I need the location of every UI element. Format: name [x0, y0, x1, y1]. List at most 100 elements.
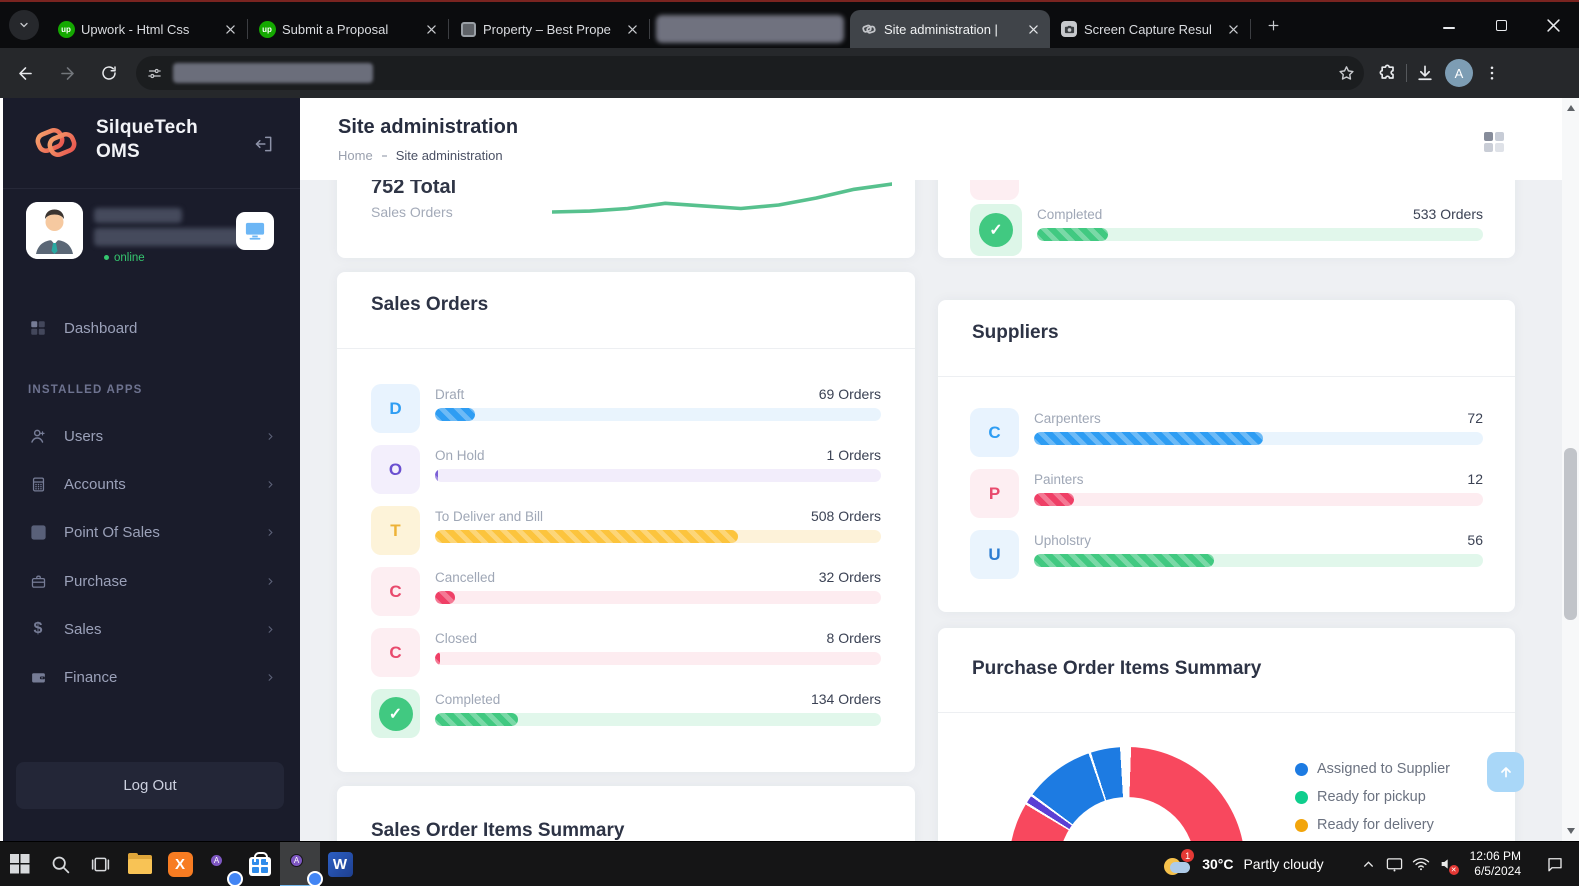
- sidebar-collapse-button[interactable]: [250, 130, 278, 158]
- tab-close-icon[interactable]: [1224, 20, 1242, 38]
- tab-site-administration[interactable]: Site administration |: [850, 10, 1050, 48]
- card-divider: [938, 712, 1515, 713]
- chevron-right-icon: [265, 527, 276, 538]
- browser-profile-avatar[interactable]: A: [1445, 59, 1473, 87]
- sidebar-item-label: Accounts: [64, 476, 126, 493]
- tab-screen-capture[interactable]: Screen Capture Resul: [1050, 10, 1250, 48]
- taskbar-clock[interactable]: 12:06 PM 6/5/2024: [1470, 849, 1521, 879]
- browser-toolbar: A: [0, 48, 1579, 98]
- kebab-menu-icon[interactable]: [1483, 64, 1501, 82]
- volume-muted-icon[interactable]: ✕: [1434, 842, 1460, 886]
- tune-icon[interactable]: [141, 60, 167, 86]
- scrollbar-up-arrow[interactable]: [1562, 100, 1579, 116]
- row-label: Painters: [1034, 472, 1084, 487]
- card-title: Suppliers: [972, 322, 1059, 344]
- supplier-row-carpenters: C Carpenters 72: [970, 408, 1483, 457]
- tab-search-button[interactable]: [9, 10, 39, 40]
- sidebar-item-sales[interactable]: $ Sales: [0, 607, 300, 651]
- address-bar[interactable]: [136, 56, 1364, 90]
- status-badge: C: [371, 567, 420, 616]
- arrow-up-icon: [1498, 764, 1514, 780]
- word-button[interactable]: W: [320, 842, 360, 886]
- file-explorer-button[interactable]: [120, 842, 160, 886]
- chrome-profile1-button[interactable]: A: [200, 842, 240, 886]
- tab-submit-proposal[interactable]: up Submit a Proposal: [248, 10, 448, 48]
- logout-button[interactable]: Log Out: [16, 762, 284, 809]
- extensions-icon[interactable]: [1378, 63, 1398, 83]
- wifi-icon[interactable]: [1408, 842, 1434, 886]
- window-minimize-button[interactable]: [1423, 2, 1475, 48]
- sidebar-item-accounts[interactable]: Accounts: [0, 462, 300, 506]
- close-icon: [1547, 19, 1560, 32]
- user-avatar[interactable]: [26, 202, 83, 259]
- scrollbar-thumb[interactable]: [1564, 448, 1577, 620]
- sidebar-item-point-of-sales[interactable]: Point Of Sales: [0, 510, 300, 554]
- card-title: Sales Orders: [371, 294, 488, 316]
- new-tab-button[interactable]: [1259, 11, 1287, 39]
- task-view-icon: [90, 854, 111, 875]
- tab-close-icon[interactable]: [221, 20, 239, 38]
- layout-grid-icon[interactable]: [1484, 132, 1506, 154]
- row-value: 12: [1467, 471, 1483, 487]
- row-label: Closed: [435, 631, 477, 646]
- brand-name: SilqueTech OMS: [96, 116, 198, 164]
- collapse-arrow-icon: [254, 134, 274, 154]
- tab-close-icon[interactable]: [422, 20, 440, 38]
- breadcrumb-home[interactable]: Home: [338, 148, 373, 163]
- reload-button[interactable]: [92, 56, 126, 90]
- url-redacted-blur: [173, 63, 373, 83]
- progress-bar: [1034, 432, 1483, 445]
- sidebar-item-label: Users: [64, 428, 103, 445]
- forward-button[interactable]: [50, 56, 84, 90]
- xampp-button[interactable]: X: [160, 842, 200, 886]
- back-button[interactable]: [8, 56, 42, 90]
- legend-item: Assigned to Supplier: [1295, 755, 1450, 783]
- progress-bar: [435, 652, 881, 665]
- bookmark-star-icon[interactable]: [1337, 64, 1356, 83]
- weather-icon: 1: [1162, 852, 1192, 876]
- sidebar-item-purchase[interactable]: Purchase: [0, 559, 300, 603]
- status-badge: C: [371, 628, 420, 677]
- chrome-active-button[interactable]: A: [280, 842, 320, 886]
- sidebar-item-users[interactable]: Users: [0, 414, 300, 458]
- status-badge: O: [371, 445, 420, 494]
- progress-bar: [435, 469, 881, 482]
- legend-dot: [1295, 819, 1308, 832]
- calculator-icon: [28, 476, 48, 493]
- microsoft-store-button[interactable]: [240, 842, 280, 886]
- dashboard-content: 752 Total Sales Orders Sales Orders D: [300, 180, 1562, 841]
- window-close-button[interactable]: [1527, 2, 1579, 48]
- tab-close-icon[interactable]: [1024, 20, 1042, 38]
- completed-check-icon: ✓: [970, 204, 1022, 256]
- task-view-button[interactable]: [80, 842, 120, 886]
- cast-display-icon[interactable]: [1382, 842, 1408, 886]
- tab-redacted[interactable]: [650, 10, 850, 48]
- breadcrumb-separator: [382, 155, 387, 157]
- status-badge: D: [371, 384, 420, 433]
- row-label: To Deliver and Bill: [435, 509, 543, 524]
- scrollbar-down-arrow[interactable]: [1562, 823, 1579, 839]
- page-scrollbar[interactable]: [1562, 98, 1579, 841]
- taskbar-weather[interactable]: 1 30°C Partly cloudy: [1152, 842, 1333, 886]
- reload-icon: [100, 64, 118, 82]
- tab-property[interactable]: Property – Best Prope: [449, 10, 649, 48]
- tray-chevron-up-icon[interactable]: [1356, 842, 1382, 886]
- window-maximize-button[interactable]: [1475, 2, 1527, 48]
- monitor-button[interactable]: [236, 212, 274, 250]
- sidebar-item-finance[interactable]: Finance: [0, 655, 300, 699]
- tab-title: Submit a Proposal: [282, 22, 416, 37]
- sidebar-item-dashboard[interactable]: Dashboard: [0, 306, 300, 350]
- window-left-edge: [0, 98, 3, 841]
- download-icon[interactable]: [1415, 63, 1435, 83]
- start-button[interactable]: [0, 842, 40, 886]
- tab-upwork[interactable]: up Upwork - Html Css: [47, 10, 247, 48]
- taskbar-search-button[interactable]: [40, 842, 80, 886]
- search-icon: [50, 854, 71, 875]
- scroll-to-top-button[interactable]: [1487, 752, 1524, 792]
- forward-arrow-icon: [58, 64, 77, 83]
- action-center-button[interactable]: [1535, 842, 1575, 886]
- online-status: online: [104, 252, 145, 264]
- clock-time: 12:06 PM: [1470, 849, 1521, 864]
- tab-close-icon[interactable]: [623, 20, 641, 38]
- sales-order-row-to-deliver: T To Deliver and Bill 508 Orders: [371, 506, 881, 555]
